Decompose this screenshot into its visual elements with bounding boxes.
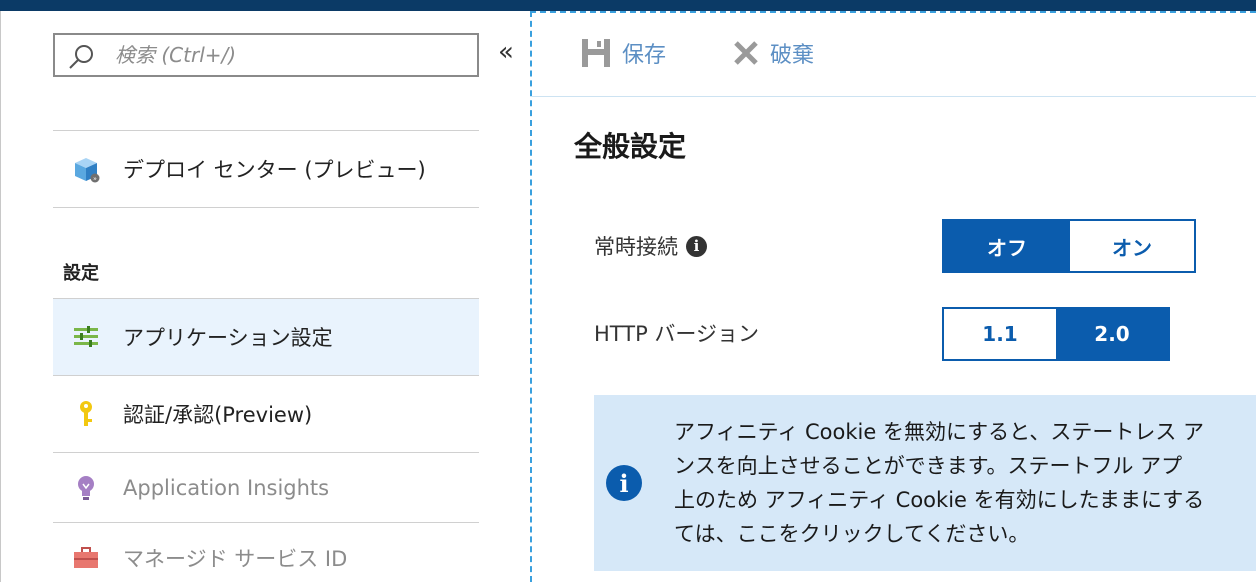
nav-item-label: 認証/承認(Preview) [123,403,313,427]
save-label: 保存 [622,43,667,68]
info-line: アフィニティ Cookie を無効にすると、ステートレス ア [674,420,1204,444]
key-icon [71,399,101,429]
nav-item-authentication[interactable]: 認証/承認(Preview) [53,376,479,452]
http-version-label-text: HTTP バージョン [594,322,759,346]
http-version-toggle[interactable]: 1.1 2.0 [942,307,1170,361]
app-settings-icon [71,322,101,352]
info-line: ンスを向上させることができます。ステートフル アプ [674,454,1183,478]
always-on-toggle[interactable]: オフ オン [942,219,1196,273]
always-on-option-off[interactable]: オフ [944,221,1070,271]
nav-item-label: デプロイ センター (プレビュー) [123,158,426,182]
info-icon[interactable]: i [686,235,707,257]
search-icon [69,45,93,69]
nav-item-deployment-center[interactable]: » デプロイ センター (プレビュー) [53,131,479,207]
always-on-label-text: 常時接続 [594,235,678,259]
nav-item-label: Application Insights [123,476,330,500]
http-version-label: HTTP バージョン [594,318,759,348]
always-on-label: 常時接続 i [594,231,707,261]
always-on-option-on[interactable]: オン [1070,221,1194,271]
close-icon [734,41,758,65]
page-title: 全般設定 [574,130,687,163]
deploy-box-icon: » [71,154,101,184]
toolbox-icon [71,543,101,573]
settings-blade: 保存 破棄 全般設定 常時接続 i オフ オン HTTP バージョン 1.1 2… [530,11,1256,582]
info-line: ては、ここをクリックしてください。 [674,522,1030,546]
info-message: アフィニティ Cookie を無効にすると、ステートレス ア ンスを向上させるこ… [674,415,1256,551]
nav-item-label: アプリケーション設定 [123,326,333,350]
http-version-option-2-0[interactable]: 2.0 [1056,309,1168,359]
search-input[interactable] [115,41,465,69]
affinity-cookie-info-box[interactable]: i アフィニティ Cookie を無効にすると、ステートレス ア ンスを向上させ… [594,395,1256,571]
discard-button[interactable]: 破棄 [732,37,814,69]
save-button[interactable]: 保存 [580,37,666,69]
nav-item-application-settings[interactable]: アプリケーション設定 [53,299,479,375]
nav-item-label: マネージド サービス ID [123,547,348,571]
svg-text:»: » [93,176,97,183]
info-icon: i [606,465,642,501]
divider [53,207,479,208]
lightbulb-icon [71,473,101,503]
collapse-menu-icon[interactable]: « [498,39,514,65]
discard-label: 破棄 [770,43,815,68]
save-icon [582,39,610,67]
search-box[interactable] [53,33,479,77]
http-version-option-1-1[interactable]: 1.1 [944,309,1056,359]
info-line: 上のため アフィニティ Cookie を有効にしたままにする [674,488,1205,512]
nav-item-managed-service-identity[interactable]: マネージド サービス ID [53,523,479,582]
portal-top-bar [0,0,1256,11]
resource-menu-blade: « » デプロイ センター (プレビュー) 設定 [0,11,530,582]
nav-item-application-insights[interactable]: Application Insights [53,453,479,523]
command-bar: 保存 破棄 [532,13,1256,97]
section-heading-settings: 設定 [63,263,99,284]
